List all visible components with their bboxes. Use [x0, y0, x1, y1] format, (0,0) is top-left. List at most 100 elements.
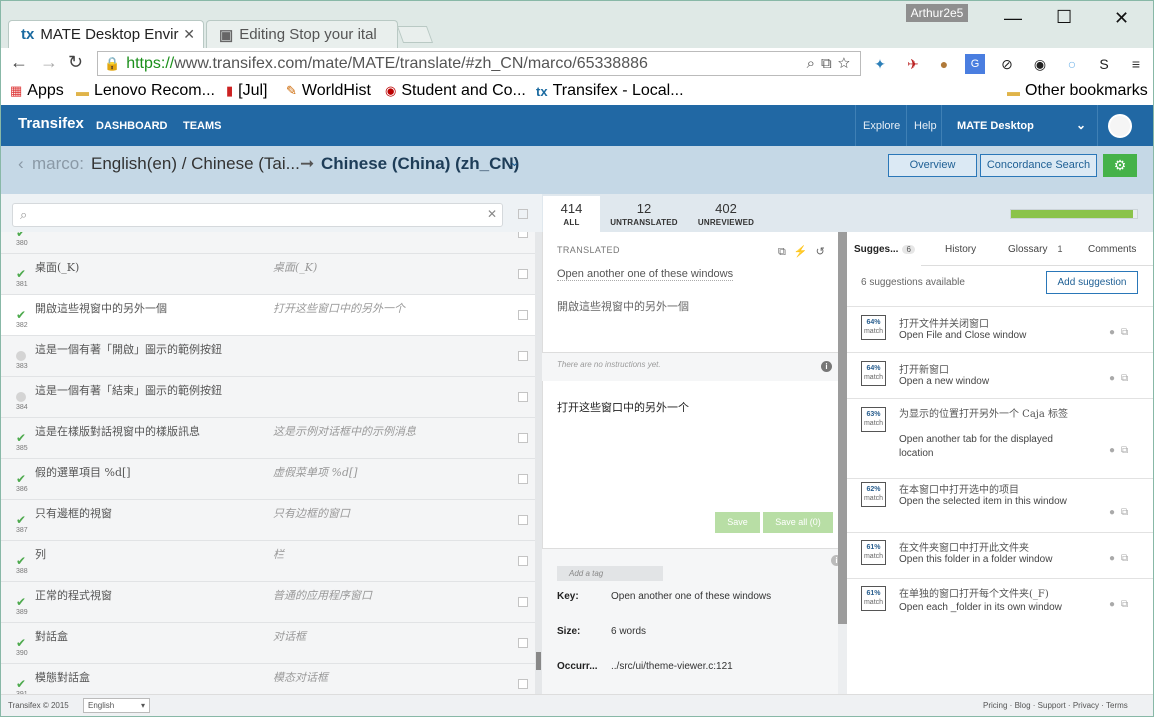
copy-icon[interactable]: ⧉ — [1121, 327, 1134, 338]
translation-input[interactable]: 打开这些窗口中的另外一个 — [557, 399, 689, 415]
resource-name[interactable]: marco: — [32, 154, 84, 174]
transifex-logo[interactable]: Transifex — [18, 115, 84, 132]
nav-teams[interactable]: TEAMS — [183, 120, 222, 132]
extension-sync-icon[interactable]: ⊘ — [997, 54, 1017, 74]
select-all-checkbox[interactable] — [518, 209, 528, 219]
row-checkbox[interactable] — [518, 351, 528, 361]
source-language[interactable]: English(en) / Chinese (Tai... — [91, 154, 300, 174]
extension-cookie-icon[interactable]: ● — [934, 54, 954, 74]
add-suggestion-button[interactable]: Add suggestion — [1046, 271, 1138, 294]
chevron-down-icon[interactable]: ⌄ — [1076, 118, 1086, 132]
bookmark-worldhist[interactable]: ✎ WorldHist — [286, 82, 371, 100]
suggestion-item[interactable]: 64% match 打开文件并关闭窗口 Open File and Close win… — [847, 306, 1154, 352]
gear-icon[interactable]: ⚙ — [1103, 154, 1137, 177]
list-item[interactable]: ✔ 380 — [0, 232, 535, 254]
chevron-left-icon[interactable]: ‹ — [18, 154, 24, 174]
close-window-icon[interactable]: ✕ — [1114, 8, 1129, 29]
search-icon[interactable]: ⌕ — [807, 55, 821, 72]
back-icon[interactable]: ← — [10, 52, 28, 73]
nav-explore[interactable]: Explore — [863, 120, 900, 132]
tab-history[interactable]: History — [945, 244, 976, 255]
list-item[interactable]: ✔ 388 列 栏 — [0, 541, 535, 582]
list-item[interactable]: ✔ 389 正常的程式視窗 普通的应用程序窗口 — [0, 582, 535, 623]
extension-network-icon[interactable]: ✦ — [870, 54, 890, 74]
editor-scrollbar[interactable] — [838, 232, 847, 694]
suggestion-item[interactable]: 64% match 打开新窗口 Open a new window ●⧉ — [847, 352, 1154, 398]
target-language[interactable]: Chinese (China) (zh_CN) — [321, 154, 519, 174]
copy-icon[interactable]: ⧉ — [1121, 599, 1134, 610]
filter-all[interactable]: 414 ALL — [543, 196, 600, 232]
scroll-thumb[interactable] — [838, 232, 847, 624]
nav-dashboard[interactable]: DASHBOARD — [96, 120, 168, 132]
extension-s-icon[interactable]: S — [1094, 54, 1114, 74]
save-all-button[interactable]: Save all (0) — [763, 512, 833, 533]
row-checkbox[interactable] — [518, 433, 528, 443]
menu-icon[interactable]: ≡ — [1126, 54, 1146, 74]
row-checkbox[interactable] — [518, 474, 528, 484]
suggestion-item[interactable]: 63% match 为显示的位置打开另外一个 Caja 标签 Open another… — [847, 398, 1154, 470]
bookmark-transifex[interactable]: tx Transifex - Local... — [536, 82, 684, 100]
copy-icon[interactable]: ⧉ — [1121, 553, 1134, 564]
clear-search-icon[interactable]: ✕ — [487, 207, 497, 221]
tab-glossary[interactable]: Glossary 1 — [1008, 244, 1062, 255]
list-item[interactable]: 383 這是一個有著「開啟」圖示的範例按鈕 — [0, 336, 535, 377]
undo-icon[interactable]: ↺ — [816, 246, 833, 258]
row-checkbox[interactable] — [518, 556, 528, 566]
bookmark-student[interactable]: ◉ Student and Co... — [385, 82, 526, 100]
row-checkbox[interactable] — [518, 597, 528, 607]
list-item[interactable]: ✔ 385 這是在樣版對話視窗中的樣版訊息 这是示例对话框中的示例消息 — [0, 418, 535, 459]
list-item[interactable]: ✔ 381 桌面(_K) 桌面(_K) — [0, 254, 535, 295]
list-item[interactable]: ✔391模態對話盒模态对话框 — [0, 664, 535, 694]
maximize-icon[interactable]: ☐ — [1056, 7, 1072, 28]
info-icon[interactable]: ● — [1109, 445, 1121, 456]
tab-comments[interactable]: Comments — [1088, 244, 1136, 255]
extension-circle-icon[interactable]: ○ — [1062, 54, 1082, 74]
copy-source-icon[interactable]: ⧉ — [778, 246, 794, 258]
row-checkbox[interactable] — [518, 515, 528, 525]
reload-icon[interactable]: ↻ — [68, 52, 83, 73]
language-select[interactable]: English ▾ — [83, 698, 150, 713]
list-item[interactable]: ✔ 387 只有邊框的視窗 只有边框的窗口 — [0, 500, 535, 541]
minimize-icon[interactable]: — — [1004, 8, 1022, 29]
copy-icon[interactable]: ⧉ — [1121, 373, 1134, 384]
row-checkbox[interactable] — [518, 269, 528, 279]
nav-help[interactable]: Help — [914, 120, 937, 132]
add-tag-input[interactable]: Add a tag — [557, 566, 663, 581]
suggestion-item[interactable]: 62% match 在本窗口中打开选中的项目 Open the selected it… — [847, 478, 1154, 532]
info-icon[interactable]: i — [821, 361, 832, 372]
list-scrollbar[interactable] — [535, 232, 542, 694]
bookmark-apps[interactable]: ▦ Apps — [10, 82, 64, 100]
flash-icon[interactable]: ⚡ — [794, 246, 816, 258]
row-checkbox[interactable] — [518, 638, 528, 648]
address-bar[interactable]: 🔒 https://www.transifex.com/mate/MATE/tr… — [97, 51, 861, 76]
row-checkbox[interactable] — [518, 232, 528, 238]
bookmark-star-icon[interactable]: ☆ — [838, 55, 856, 72]
browser-tab-inactive[interactable]: ▣ Editing Stop your ital — [206, 20, 398, 48]
list-item[interactable]: ✔ 386 假的選單項目 %d[] 虚假菜单项 %d[] — [0, 459, 535, 500]
extension-color-icon[interactable]: ◉ — [1030, 54, 1050, 74]
overview-button[interactable]: Overview — [888, 154, 977, 177]
close-tab-icon[interactable]: ✕ — [183, 26, 195, 43]
tab-suggestions[interactable]: Sugges... 6 — [854, 244, 915, 255]
row-checkbox[interactable] — [518, 679, 528, 689]
forward-icon[interactable]: → — [40, 52, 58, 73]
bookmark-lenovo[interactable]: ▬ Lenovo Recom... — [76, 82, 215, 100]
profile-name[interactable]: Arthur2e5 — [906, 4, 968, 22]
list-item[interactable]: ✔ 382 開啟這些視窗中的另外一個 打开这些窗口中的另外一个 — [0, 295, 535, 336]
scroll-thumb[interactable] — [536, 652, 541, 670]
save-button[interactable]: Save — [715, 512, 760, 533]
info-icon[interactable]: ● — [1109, 599, 1121, 610]
concordance-search-button[interactable]: Concordance Search — [980, 154, 1097, 177]
info-icon[interactable]: ● — [1109, 507, 1121, 518]
user-avatar[interactable] — [1108, 114, 1132, 138]
chevron-down-icon[interactable]: ⌄ — [509, 154, 520, 170]
project-selector[interactable]: MATE Desktop — [957, 120, 1034, 132]
translate-icon[interactable]: ⧉ — [821, 55, 838, 72]
browser-tab-active[interactable]: tx MATE Desktop Enviro ✕ — [8, 20, 204, 48]
suggestion-item[interactable]: 61% match 在文件夹窗口中打开此文件夹 Open this folder in… — [847, 532, 1154, 578]
footer-links[interactable]: Pricing · Blog · Support · Privacy · Ter… — [983, 701, 1128, 710]
copy-icon[interactable]: ⧉ — [1121, 445, 1134, 456]
copy-icon[interactable]: ⧉ — [1121, 507, 1134, 518]
extension-google-translate-icon[interactable]: G — [965, 54, 985, 74]
info-icon[interactable]: ● — [1109, 327, 1121, 338]
